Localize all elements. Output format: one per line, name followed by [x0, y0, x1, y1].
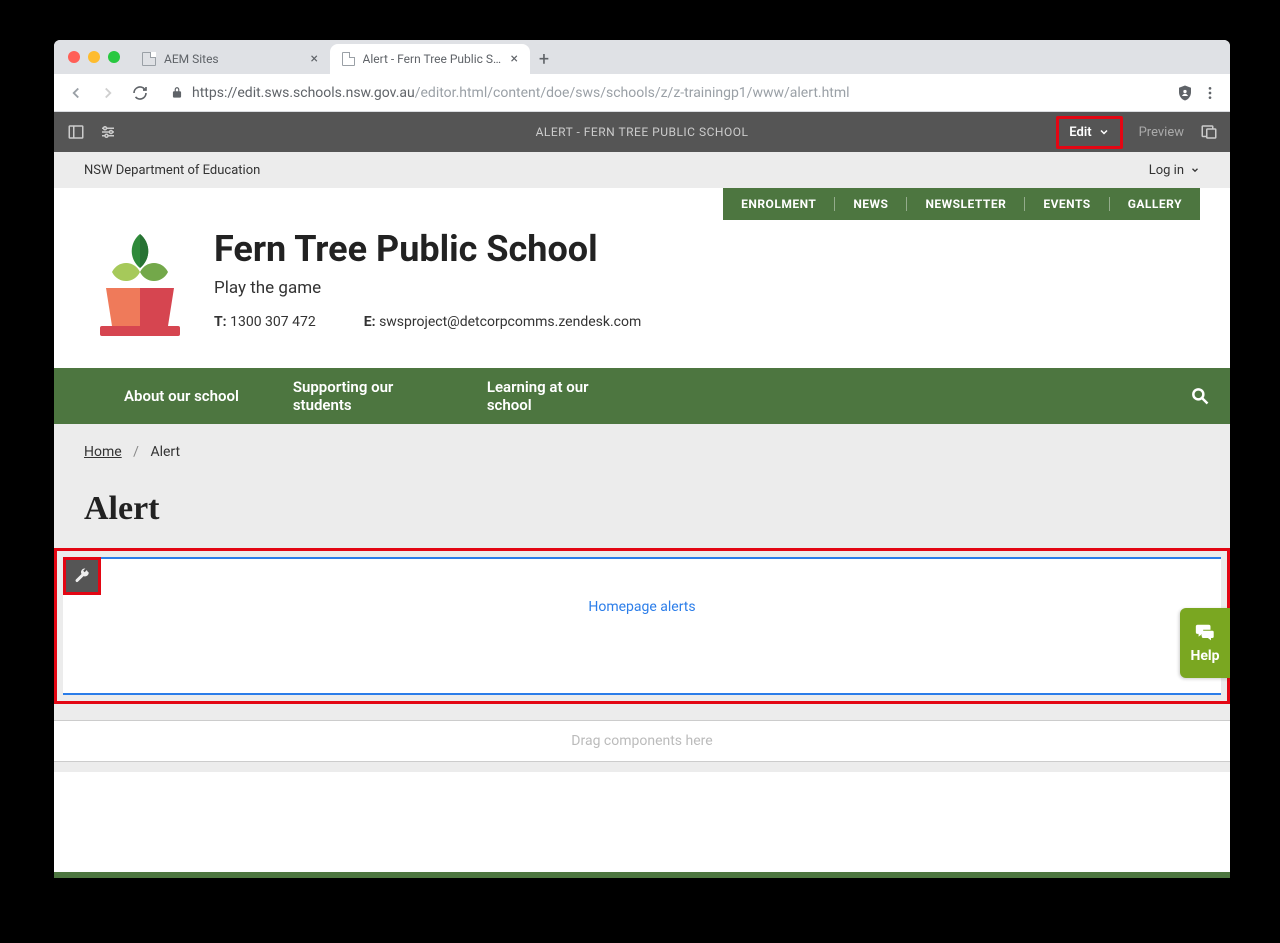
alert-component-wrapper[interactable]: Homepage alerts — [54, 548, 1230, 704]
drop-zone-label: Drag components here — [571, 733, 712, 749]
edit-mode-button[interactable]: Edit — [1056, 116, 1122, 149]
tab-label: Alert - Fern Tree Public School — [363, 52, 503, 66]
school-tagline: Play the game — [214, 278, 641, 298]
profile-icon[interactable] — [1176, 84, 1194, 102]
login-label: Log in — [1149, 163, 1184, 178]
school-name: Fern Tree Public School — [214, 228, 641, 270]
close-window-button[interactable] — [68, 51, 80, 63]
chevron-down-icon — [1098, 126, 1110, 138]
chat-icon — [1193, 622, 1217, 644]
search-button[interactable] — [1190, 386, 1210, 406]
browser-addressbar: https://edit.sws.schools.nsw.gov.au/edit… — [54, 74, 1230, 112]
alert-placeholder-label: Homepage alerts — [588, 599, 695, 615]
help-tab[interactable]: Help — [1180, 608, 1230, 678]
chevron-down-icon — [1190, 165, 1200, 175]
tab-label: AEM Sites — [164, 52, 219, 66]
page-icon — [142, 52, 156, 66]
utility-nav-item[interactable]: GALLERY — [1110, 197, 1200, 211]
side-panel-toggle[interactable] — [66, 122, 86, 142]
browser-window: AEM Sites × Alert - Fern Tree Public Sch… — [54, 40, 1230, 878]
new-tab-button[interactable]: + — [530, 44, 558, 74]
page-title: Alert — [84, 490, 1200, 528]
breadcrumb-current: Alert — [150, 444, 180, 460]
utility-nav-item[interactable]: ENROLMENT — [723, 197, 835, 211]
configure-button[interactable] — [63, 557, 101, 595]
kebab-menu-icon[interactable] — [1202, 85, 1218, 101]
url-path: /editor.html/content/doe/sws/schools/z/z… — [415, 85, 850, 101]
department-name: NSW Department of Education — [84, 163, 260, 178]
page-properties-button[interactable] — [98, 122, 118, 142]
annotate-icon[interactable] — [1200, 123, 1218, 141]
browser-tabbar: AEM Sites × Alert - Fern Tree Public Sch… — [54, 40, 1230, 74]
nav-item[interactable]: About our school — [124, 387, 239, 405]
url-field[interactable]: https://edit.sws.schools.nsw.gov.au/edit… — [158, 85, 1172, 101]
reload-button[interactable] — [126, 79, 154, 107]
help-label: Help — [1190, 648, 1219, 664]
aem-toolbar: ALERT - FERN TREE PUBLIC SCHOOL Edit Pre… — [54, 112, 1230, 152]
school-logo — [94, 228, 186, 338]
footer-stripe — [54, 872, 1230, 878]
school-email: E: swsproject@detcorpcomms.zendesk.com — [364, 314, 642, 330]
nav-item[interactable]: Supporting our students — [293, 378, 433, 414]
utility-nav: ENROLMENT NEWS NEWSLETTER EVENTS GALLERY — [723, 188, 1200, 220]
login-link[interactable]: Log in — [1149, 163, 1200, 178]
department-bar: NSW Department of Education Log in — [54, 152, 1230, 188]
preview-button[interactable]: Preview — [1139, 125, 1184, 140]
close-tab-button[interactable]: × — [511, 51, 518, 67]
utility-nav-item[interactable]: NEWSLETTER — [907, 197, 1025, 211]
utility-nav-item[interactable]: EVENTS — [1025, 197, 1109, 211]
site-header: ENROLMENT NEWS NEWSLETTER EVENTS GALLERY — [54, 188, 1230, 368]
url-host: https://edit.sws.schools.nsw.gov.au — [192, 85, 415, 101]
content-area: Home / Alert Alert Homepage alerts Drag … — [54, 424, 1230, 772]
aem-page-title: ALERT - FERN TREE PUBLIC SCHOOL — [536, 125, 749, 139]
nav-item[interactable]: Learning at our school — [487, 378, 627, 414]
wrench-icon — [73, 567, 91, 585]
browser-tab[interactable]: AEM Sites × — [130, 44, 330, 74]
breadcrumb-separator: / — [133, 444, 139, 460]
breadcrumb-home[interactable]: Home — [84, 444, 122, 460]
school-phone: T: 1300 307 472 — [214, 314, 316, 330]
lock-icon — [170, 86, 184, 100]
edit-label: Edit — [1069, 125, 1091, 140]
breadcrumb: Home / Alert — [84, 444, 1200, 460]
page-icon — [342, 52, 355, 66]
back-button[interactable] — [62, 79, 90, 107]
forward-button[interactable] — [94, 79, 122, 107]
window-controls — [64, 40, 130, 74]
maximize-window-button[interactable] — [108, 51, 120, 63]
close-tab-button[interactable]: × — [311, 51, 318, 67]
drop-zone[interactable]: Drag components here — [54, 720, 1230, 762]
alert-component[interactable]: Homepage alerts — [63, 557, 1221, 695]
main-nav: About our school Supporting our students… — [54, 368, 1230, 424]
utility-nav-item[interactable]: NEWS — [835, 197, 907, 211]
minimize-window-button[interactable] — [88, 51, 100, 63]
browser-tab-active[interactable]: Alert - Fern Tree Public School × — [330, 44, 530, 74]
